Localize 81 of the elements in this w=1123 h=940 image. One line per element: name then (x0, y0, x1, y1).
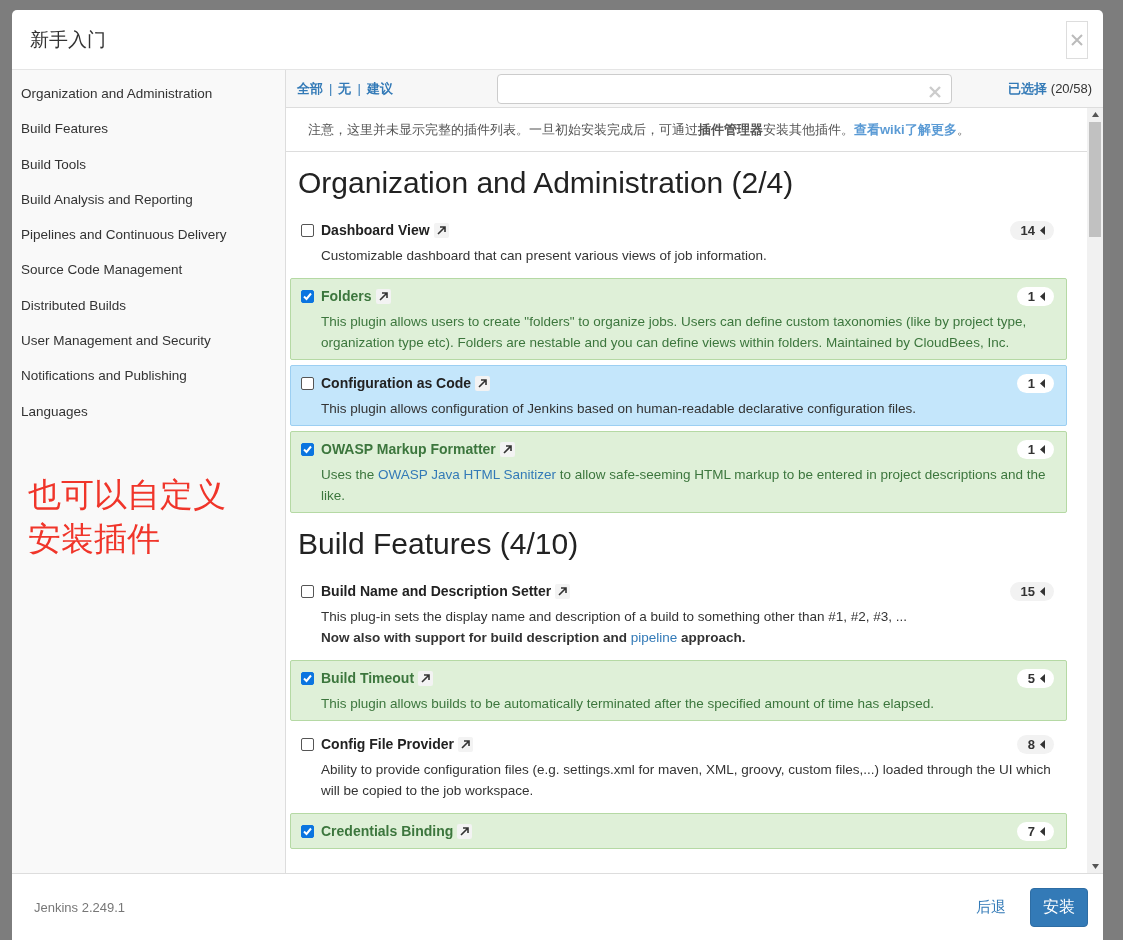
back-link[interactable]: 后退 (976, 897, 1006, 917)
plugin-link[interactable]: OWASP Java HTML Sanitizer (378, 467, 557, 482)
plugin-name[interactable]: Config File Provider (321, 736, 454, 752)
notice-text: 注意，这里并未显示完整的插件列表。一旦初始安装完成后，可通过插件管理器安装其他插件。查看wiki了解更多。 (286, 108, 1087, 152)
checkbox[interactable] (301, 376, 314, 390)
scrollbar[interactable] (1087, 108, 1103, 873)
section-heading: Build Features (4/10) (298, 527, 580, 561)
plugin-name[interactable]: Folders (321, 288, 372, 304)
dependency-badge[interactable]: 1 (1016, 439, 1054, 459)
scroll-up-icon[interactable] (1091, 112, 1099, 117)
external-link-icon[interactable] (433, 222, 449, 238)
caret-icon (1040, 291, 1046, 301)
plugin-description: This plugin allows configuration of Jenkins based on human-readable declarative configuration files. (321, 400, 918, 418)
dependency-badge[interactable]: 7 (1016, 821, 1054, 841)
plugin-description: This plugin allows users to create "folders" to organize jobs. Users can define custom taxonomies (like by project type, organization type etc). Folders are nestable and you can define views within folders. Maintained by CloudBees, Inc. (321, 313, 1028, 352)
plugin-name[interactable]: Configuration as Code (321, 375, 472, 391)
plugin-name[interactable]: Dashboard View (321, 222, 430, 238)
category-link[interactable]: Source Code Management (12, 260, 285, 296)
external-link-icon[interactable] (457, 823, 473, 839)
checkbox[interactable] (301, 223, 314, 237)
category-link[interactable]: Build Tools (12, 154, 285, 190)
category-link[interactable]: Build Features (12, 119, 285, 155)
dependency-badge[interactable]: 8 (1016, 734, 1054, 754)
plugin-name[interactable]: Credentials Binding (321, 823, 454, 839)
section-heading: Organization and Administration (2/4) (298, 166, 795, 200)
selected-count: (20/58) (1050, 80, 1092, 96)
category-link[interactable]: Languages (12, 401, 285, 437)
plugin-description: Uses the OWASP Java HTML Sanitizer to allow safe-seeming HTML markup to be entered in project descriptions and the like. (321, 466, 1047, 505)
caret-icon (1040, 826, 1046, 836)
install-button[interactable]: 安装 (1030, 887, 1088, 927)
caret-icon (1040, 739, 1046, 749)
caret-icon (1040, 586, 1046, 596)
external-link-icon[interactable] (418, 670, 434, 686)
close-icon (1071, 33, 1083, 46)
checkbox[interactable] (301, 442, 314, 456)
category-link[interactable]: Organization and Administration (12, 84, 285, 120)
checkbox[interactable] (301, 824, 314, 838)
plugin-description: Customizable dashboard that can present various views of job information. (321, 247, 768, 265)
checkbox[interactable] (301, 584, 314, 598)
checkbox[interactable] (301, 289, 314, 303)
search-field[interactable] (497, 73, 952, 104)
dependency-badge[interactable]: 1 (1016, 373, 1054, 393)
annotation-text: 也可以自定义安装插件 (28, 474, 227, 559)
separator: | (329, 81, 333, 96)
plugin-description: This plugin allows builds to be automatically terminated after the specified amount of time has elapsed. (321, 695, 936, 713)
filter-link[interactable]: 全部 (297, 79, 323, 98)
dialog-title: 新手入门 (30, 27, 106, 52)
plugin-link[interactable]: pipeline (630, 630, 678, 645)
category-link[interactable]: User Management and Security (12, 331, 285, 367)
filter-link[interactable]: 建议 (366, 79, 393, 98)
dependency-badge[interactable]: 14 (1009, 220, 1054, 240)
filter-link[interactable]: 无 (338, 79, 352, 98)
external-link-icon[interactable] (375, 288, 391, 304)
plugin-description: Now also with support for build description and pipeline approach. (321, 629, 747, 647)
category-link[interactable]: Distributed Builds (12, 295, 285, 332)
external-link-icon[interactable] (499, 441, 515, 457)
external-link-icon[interactable] (555, 583, 571, 599)
selected-link[interactable]: 已选择 (1007, 80, 1047, 96)
caret-icon (1040, 225, 1046, 235)
caret-icon (1040, 378, 1046, 388)
checkbox[interactable] (301, 671, 314, 685)
plugin-description: Ability to provide configuration files (e.g. settings.xml for maven, XML, groovy, custom files,...) loaded through the UI which will be copied to the job workspace. (321, 761, 1052, 800)
external-link-icon[interactable] (458, 736, 473, 752)
dependency-badge[interactable]: 15 (1009, 581, 1054, 601)
category-link[interactable]: Notifications and Publishing (12, 366, 285, 402)
scroll-down-icon[interactable] (1091, 864, 1099, 869)
plugin-name[interactable]: Build Name and Description Setter (321, 583, 552, 599)
plugin-name[interactable]: OWASP Markup Formatter (321, 441, 496, 457)
version-text: Jenkins 2.249.1 (34, 899, 126, 915)
category-link[interactable]: Build Analysis and Reporting (12, 189, 285, 226)
category-link[interactable]: Pipelines and Continuous Delivery (12, 225, 285, 261)
checkbox[interactable] (301, 737, 314, 751)
caret-icon (1040, 673, 1046, 683)
plugin-name[interactable]: Build Timeout (321, 670, 415, 686)
separator: | (357, 81, 361, 96)
scrollbar-thumb[interactable] (1089, 122, 1101, 237)
caret-icon (1040, 444, 1046, 454)
plugin-description: This plug-in sets the display name and description of a build to something other than #1, #2, #3, ... (321, 608, 909, 626)
dependency-badge[interactable]: 1 (1016, 286, 1054, 306)
dependency-badge[interactable]: 5 (1016, 668, 1054, 688)
external-link-icon[interactable] (475, 375, 491, 391)
